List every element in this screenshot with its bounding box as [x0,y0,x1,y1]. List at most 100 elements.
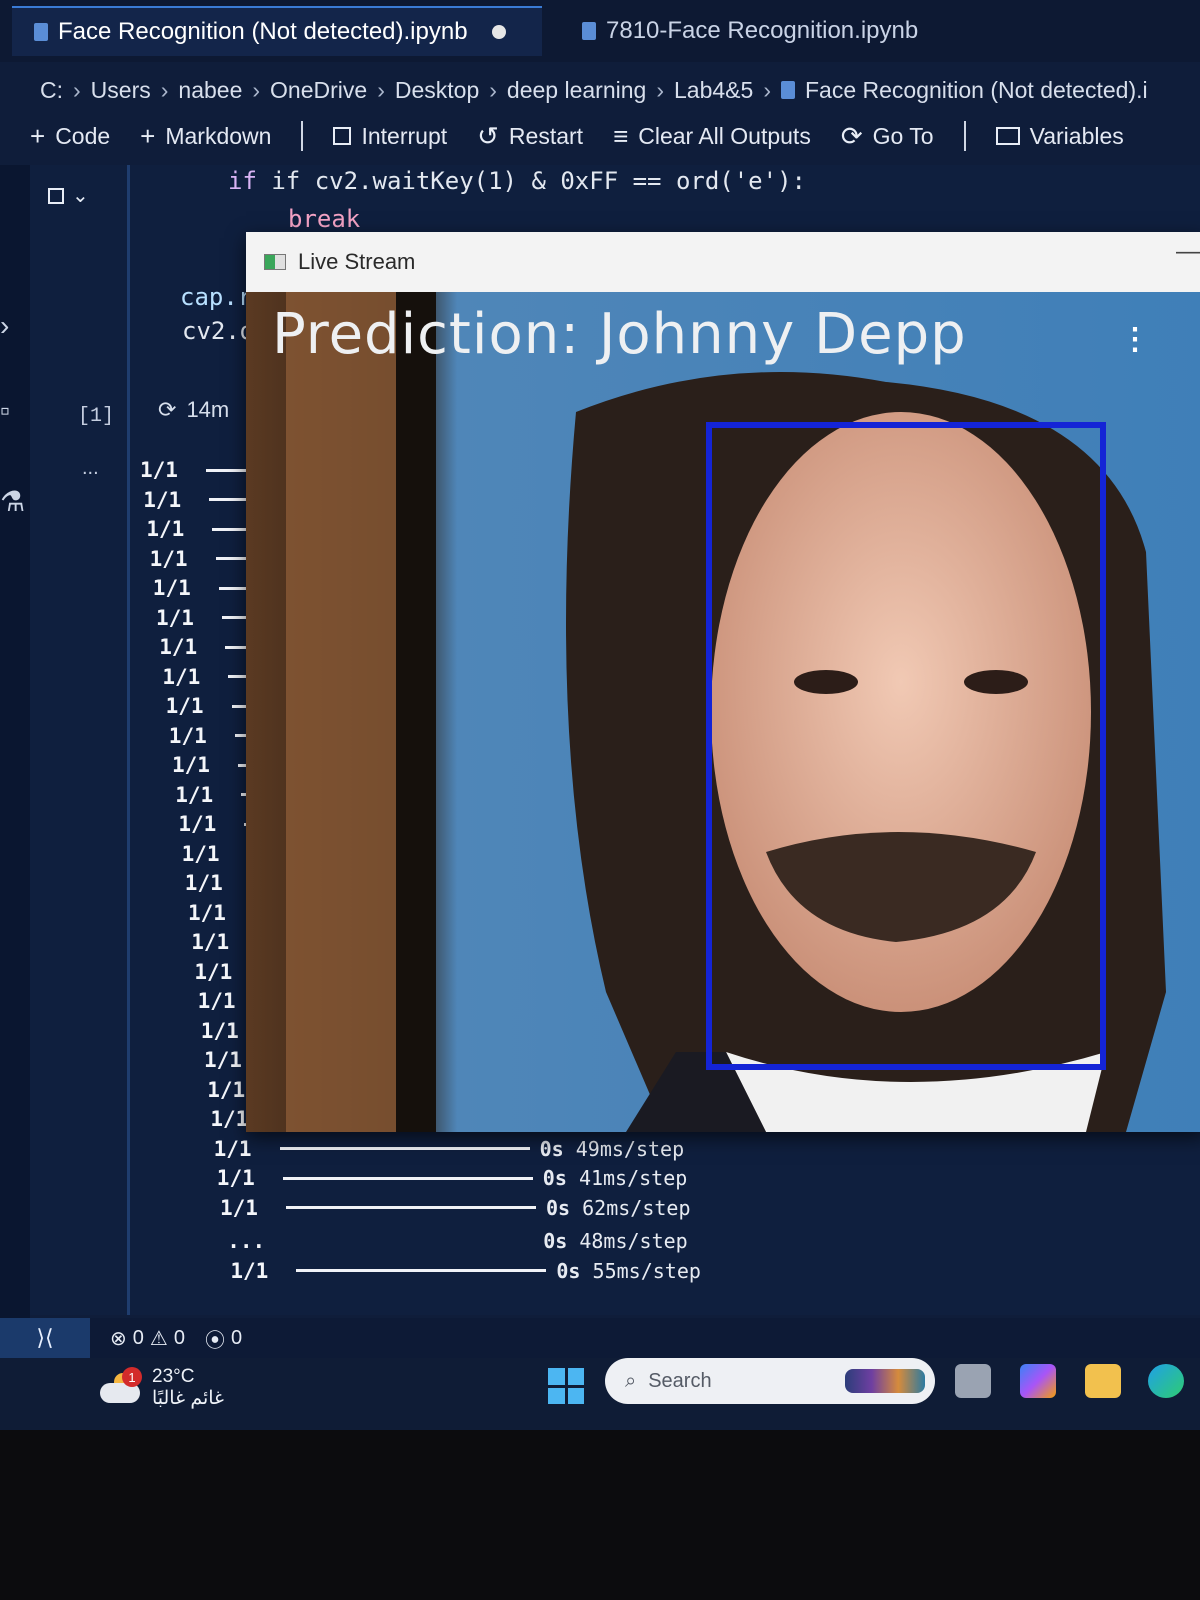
clear-all-outputs-button[interactable]: ≡ Clear All Outputs [613,121,811,152]
timing-seconds: 0s [556,1258,581,1283]
notebook-icon [582,22,596,40]
copilot-icon[interactable] [1020,1364,1056,1398]
testing-icon[interactable]: ⚗ [0,485,25,518]
warning-icon: ⚠ [149,1327,168,1350]
step-label: 1/1 [230,1258,269,1283]
window-title: Live Stream [298,249,416,274]
breadcrumb-item[interactable]: Face Recognition (Not detected).i [805,77,1148,104]
activity-bar: › ▫ ⚗ [0,165,30,1365]
breadcrumb-item[interactable]: Desktop [395,77,479,104]
weather-description: غائم غالبًا [152,1388,224,1409]
step-label: 1/1 [184,871,223,895]
chevron-right-icon: › [73,76,81,103]
status-bar: ⟩⟨ ⊗ 0 ⚠ 0 ⦿ 0 [0,1318,1200,1358]
step-label: 1/1 [165,694,204,718]
step-label: 1/1 [168,723,207,748]
step-label: 1/1 [143,487,182,512]
prediction-label: Prediction: Johnny Depp [272,302,967,367]
windows-start-icon[interactable] [548,1368,584,1404]
progress-bar [282,1176,533,1180]
breadcrumb-item[interactable]: nabee [178,77,242,104]
output-line: 1/1 [140,455,261,485]
chevron-right-icon: › [252,76,261,103]
execution-time-label: 14m [186,397,230,422]
breadcrumb-item[interactable]: deep learning [507,77,646,104]
code-line[interactable]: if if cv2.waitKey(1) & 0xFF == ord('e'): [228,167,806,195]
tab-7810-face-recognition[interactable]: 7810-Face Recognition.ipynb [560,6,940,56]
step-label: 1/1 [191,930,230,954]
output-line: 1/1 0s 49ms/step [214,1134,685,1164]
edge-icon[interactable] [1148,1364,1184,1398]
square-icon [333,127,352,145]
minimize-icon[interactable]: — [1176,238,1200,266]
remote-icon[interactable]: ⟩⟨ [0,1318,90,1358]
add-markdown-button[interactable]: + Markdown [140,121,271,152]
chevron-right-icon[interactable]: › [0,310,9,342]
go-to-label: Go To [872,122,934,149]
chevron-right-icon: › [656,76,664,103]
cell-gutter: ⌄ [1] ... [30,165,130,1315]
step-timing: 0s 55ms/step [556,1259,701,1283]
search-highlight-image [845,1369,925,1393]
live-stream-window[interactable]: Live Stream — Prediction: Johnny Depp ⋮ [246,232,1200,1132]
notebook-icon [780,81,795,99]
extensions-icon[interactable]: ▫ [0,395,10,427]
step-label: 1/1 [152,576,191,600]
restart-button[interactable]: ↺ Restart [477,121,583,152]
variables-button[interactable]: Variables [995,123,1124,150]
tab-label: 7810-Face Recognition.ipynb [606,17,919,44]
weather-text: 23°C غائم غالبًا [152,1366,224,1410]
ports-indicator[interactable]: ⦿ 0 [205,1324,242,1353]
go-to-button[interactable]: ⟳ Go To [841,121,934,152]
unsaved-dot-icon[interactable] [491,25,506,39]
breadcrumb-item[interactable]: Lab4&5 [674,77,753,104]
chevron-right-icon: › [160,76,169,103]
timing-ms: 49ms/step [575,1136,685,1161]
step-label: 1/1 [162,664,201,689]
timing-ms: 55ms/step [592,1258,701,1283]
more-vertical-icon[interactable]: ⋮ [1120,322,1150,357]
step-timing: 0s 62ms/step [546,1196,691,1220]
window-titlebar[interactable]: Live Stream — [246,232,1200,292]
taskbar-search[interactable]: ⌕ Search [605,1358,935,1404]
step-timing: 0s 49ms/step [540,1137,685,1161]
timing-ms: 62ms/step [582,1195,691,1220]
add-markdown-label: Markdown [165,122,272,149]
code-line-cap[interactable]: cap.r [180,283,252,311]
problems-indicator[interactable]: ⊗ 0 ⚠ 0 [110,1326,185,1351]
code-line-cv2[interactable]: cv2.d [182,317,254,345]
progress-bar [296,1269,547,1272]
toolbar-divider [301,121,304,151]
square-icon [48,187,64,204]
code-line-break[interactable]: break [288,205,360,233]
tab-label: Face Recognition (Not detected).ipynb [58,18,468,45]
chevron-right-icon: › [489,76,497,103]
more-actions-icon[interactable]: ... [82,457,99,480]
execution-time: ⟳ 14m [158,397,229,423]
step-label: 1/1 [178,812,217,836]
face-bounding-box [706,422,1106,1070]
file-explorer-icon[interactable] [1085,1364,1121,1398]
breadcrumb: C: › Users › nabee › OneDrive › Desktop › dee… [40,70,1148,110]
execution-count: [1] [78,405,115,428]
restart-icon: ↺ [477,120,499,151]
breadcrumb-item[interactable]: C: [40,77,63,104]
progress-bar [279,1147,530,1150]
interrupt-button[interactable]: Interrupt [333,123,447,150]
task-view-icon[interactable] [955,1364,991,1398]
search-label: Search [648,1369,712,1392]
step-label: 1/1 [140,458,178,482]
step-label: 1/1 [156,605,194,630]
chevron-right-icon: › [377,76,385,103]
breadcrumb-item[interactable]: OneDrive [270,77,367,104]
output-line: 1/1 0s 55ms/step [230,1256,701,1286]
error-count: 0 [132,1326,144,1349]
ports-icon: ⦿ [204,1329,225,1352]
cell-type-toggle[interactable]: ⌄ [48,183,89,208]
add-code-button[interactable]: + Code [30,121,110,152]
breadcrumb-item[interactable]: Users [91,77,151,104]
timing-ms: 41ms/step [578,1166,688,1190]
weather-widget[interactable]: 1 23°C غائم غالبًا [100,1366,224,1410]
screen: Face Recognition (Not detected).ipynb 78… [0,0,1200,1430]
tab-face-recognition-not-detected[interactable]: Face Recognition (Not detected).ipynb [12,6,542,56]
